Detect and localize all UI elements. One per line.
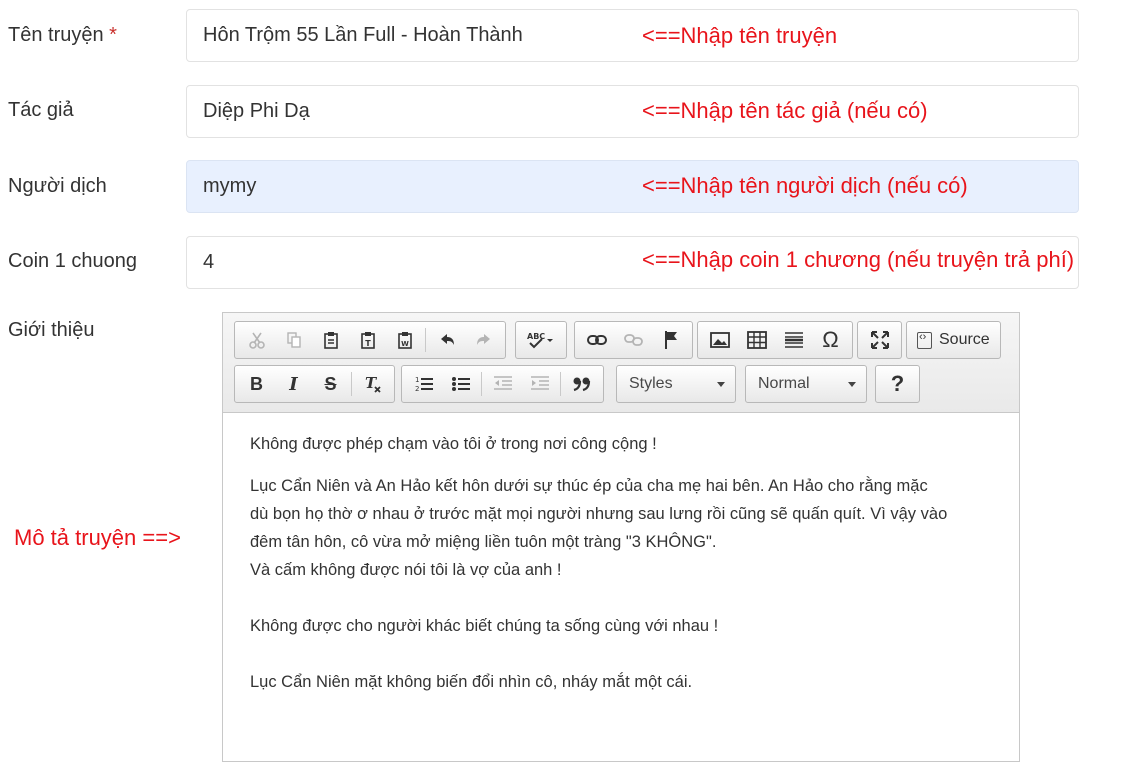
unlink-icon[interactable] [615,324,652,356]
link-icon[interactable] [578,324,615,356]
strike-icon[interactable]: S [312,368,349,400]
toolbar-separator [425,328,426,352]
redo-icon[interactable] [465,324,502,356]
translator-label: Người dịch [8,175,107,197]
source-label: Source [939,331,990,348]
bold-icon[interactable]: B [238,368,275,400]
title-label: Tên truyện * [8,24,117,47]
content-line: Không được cho người khác biết chúng ta … [250,617,719,635]
content-line: Lục Cẩn Niên mặt không biến đổi nhìn cô,… [250,673,693,691]
svg-text:W: W [401,340,409,348]
author-input[interactable]: Diệp Phi Dạ [186,85,1079,138]
basic-styles-group: B I S T [234,365,395,403]
format-dropdown-label: Normal [758,375,810,392]
paragraph-group: 12 [401,365,604,403]
paste-text-icon[interactable]: T [349,324,386,356]
link-group [574,321,693,359]
author-note: <==Nhập tên tác giả (nếu có) [642,98,928,123]
undo-icon[interactable] [428,324,465,356]
title-note: <==Nhập tên truyện [642,23,838,48]
special-char-icon[interactable]: Ω [812,324,849,356]
view-group [857,321,902,359]
bulleted-list-icon[interactable] [442,368,479,400]
remove-format-icon[interactable]: T [354,368,391,400]
table-icon[interactable] [738,324,775,356]
spellcheck-icon[interactable]: ABC [519,324,563,356]
title-label-text: Tên truyện [8,24,104,46]
coin-note: <==Nhập coin 1 chương (nếu truyện trả ph… [642,247,1075,272]
content-paragraph: Lục Cẩn Niên và An Hảo kết hôn dưới sự t… [250,472,992,584]
content-line: Lục Cẩn Niên và An Hảo kết hôn dưới sự t… [250,477,928,495]
chevron-down-icon [848,382,856,387]
italic-icon[interactable]: I [275,368,312,400]
intro-label: Giới thiệu [8,319,95,341]
horizontal-line-icon[interactable] [775,324,812,356]
toolbar-separator [560,372,561,396]
paste-icon[interactable] [312,324,349,356]
paste-word-icon[interactable]: W [386,324,423,356]
coin-label: Coin 1 chuong [8,250,137,272]
copy-icon[interactable] [275,324,312,356]
toolbar-separator [481,372,482,396]
translator-note: <==Nhập tên người dịch (nếu có) [642,173,968,198]
source-button[interactable]: Source [906,321,1001,359]
intro-side-note: Mô tả truyện ==> [14,525,181,550]
insert-group: Ω [697,321,853,359]
required-mark: * [109,24,117,46]
styles-dropdown[interactable]: Styles [616,365,736,403]
chevron-down-icon [717,382,725,387]
editor-toolbar: T W ABC Ω ‹› Source B I S T 1 2 Styles N… [223,313,1019,413]
content-line: dù bọn họ thờ ơ nhau ở trước mặt mọi ngư… [250,505,948,523]
cut-icon[interactable] [238,324,275,356]
source-icon [917,331,932,349]
content-paragraph: Không được phép chạm vào tôi ở trong nơi… [250,435,657,453]
maximize-icon[interactable] [861,324,898,356]
svg-text:1: 1 [415,376,419,384]
help-group: ? [875,365,920,403]
styles-dropdown-label: Styles [629,375,673,392]
editor-content[interactable]: Không được phép chạm vào tôi ở trong nơi… [223,413,1019,713]
numbered-list-icon[interactable]: 12 [405,368,442,400]
content-line: Và cấm không được nói tôi là vợ của anh … [250,561,562,579]
rich-text-editor: T W ABC Ω ‹› Source B I S T 1 2 Styles N… [222,312,1020,762]
help-icon[interactable]: ? [879,368,916,400]
title-input[interactable]: Hôn Trộm 55 Lần Full - Hoàn Thành [186,9,1079,62]
anchor-icon[interactable] [652,324,689,356]
blockquote-icon[interactable] [563,368,600,400]
spellcheck-group: ABC [515,321,567,359]
clipboard-group: T W [234,321,506,359]
author-label: Tác giả [8,99,74,121]
svg-text:2: 2 [415,385,419,393]
image-icon[interactable] [701,324,738,356]
svg-text:T: T [365,339,371,348]
content-line: đêm tân hôn, cô vừa mở miệng liền tuôn m… [250,533,717,551]
format-dropdown[interactable]: Normal [745,365,867,403]
indent-icon[interactable] [521,368,558,400]
outdent-icon[interactable] [484,368,521,400]
toolbar-separator [351,372,352,396]
